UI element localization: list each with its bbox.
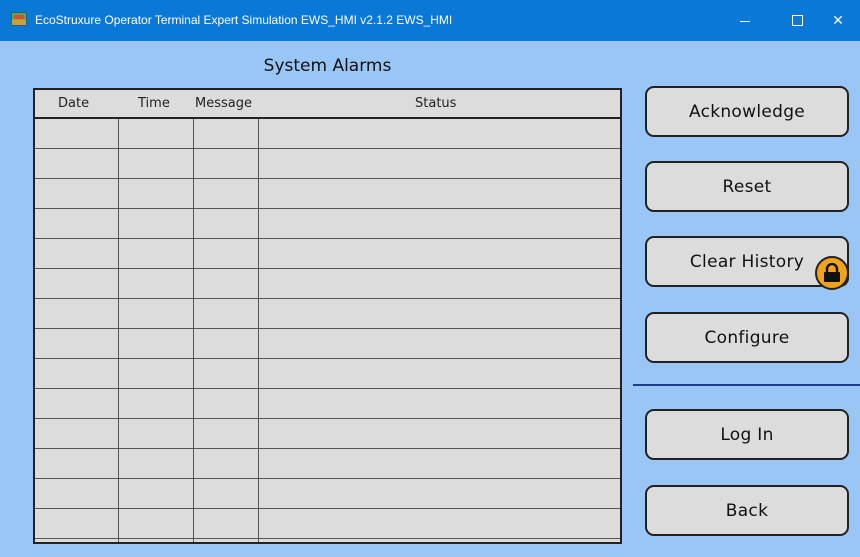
table-row[interactable] [35,269,620,299]
column-header-status: Status [415,96,457,111]
table-row[interactable] [35,359,620,389]
close-icon: ✕ [832,12,844,29]
maximize-button[interactable] [774,0,820,41]
table-row[interactable] [35,299,620,329]
acknowledge-button[interactable]: Acknowledge [645,86,849,137]
table-row[interactable] [35,119,620,149]
table-row[interactable] [35,209,620,239]
minimize-button[interactable] [722,0,768,41]
maximize-icon [791,15,803,26]
window-titlebar[interactable]: EcoStruxure Operator Terminal Expert Sim… [0,0,860,41]
table-row[interactable] [35,509,620,539]
alarm-table[interactable]: Date Time Message Status [33,88,622,544]
table-row[interactable] [35,389,620,419]
reset-button[interactable]: Reset [645,161,849,212]
page-title: System Alarms [263,56,392,76]
table-header: Date Time Message Status [35,90,620,119]
minimize-icon [740,21,750,22]
table-row[interactable] [35,329,620,359]
table-row[interactable] [35,449,620,479]
column-header-date: Date [58,96,90,111]
table-row[interactable] [35,149,620,179]
table-row[interactable] [35,419,620,449]
window-title: EcoStruxure Operator Terminal Expert Sim… [35,13,453,27]
lock-icon [815,256,849,290]
back-button[interactable]: Back [645,485,849,536]
table-row[interactable] [35,239,620,269]
table-row[interactable] [35,479,620,509]
column-header-time: Time [138,96,170,111]
column-header-message: Message [195,96,252,111]
app-icon [11,12,27,26]
configure-button[interactable]: Configure [645,312,849,363]
section-divider [633,384,860,386]
close-button[interactable]: ✕ [815,0,860,41]
log-in-button[interactable]: Log In [645,409,849,460]
table-body [35,119,620,539]
table-row[interactable] [35,179,620,209]
